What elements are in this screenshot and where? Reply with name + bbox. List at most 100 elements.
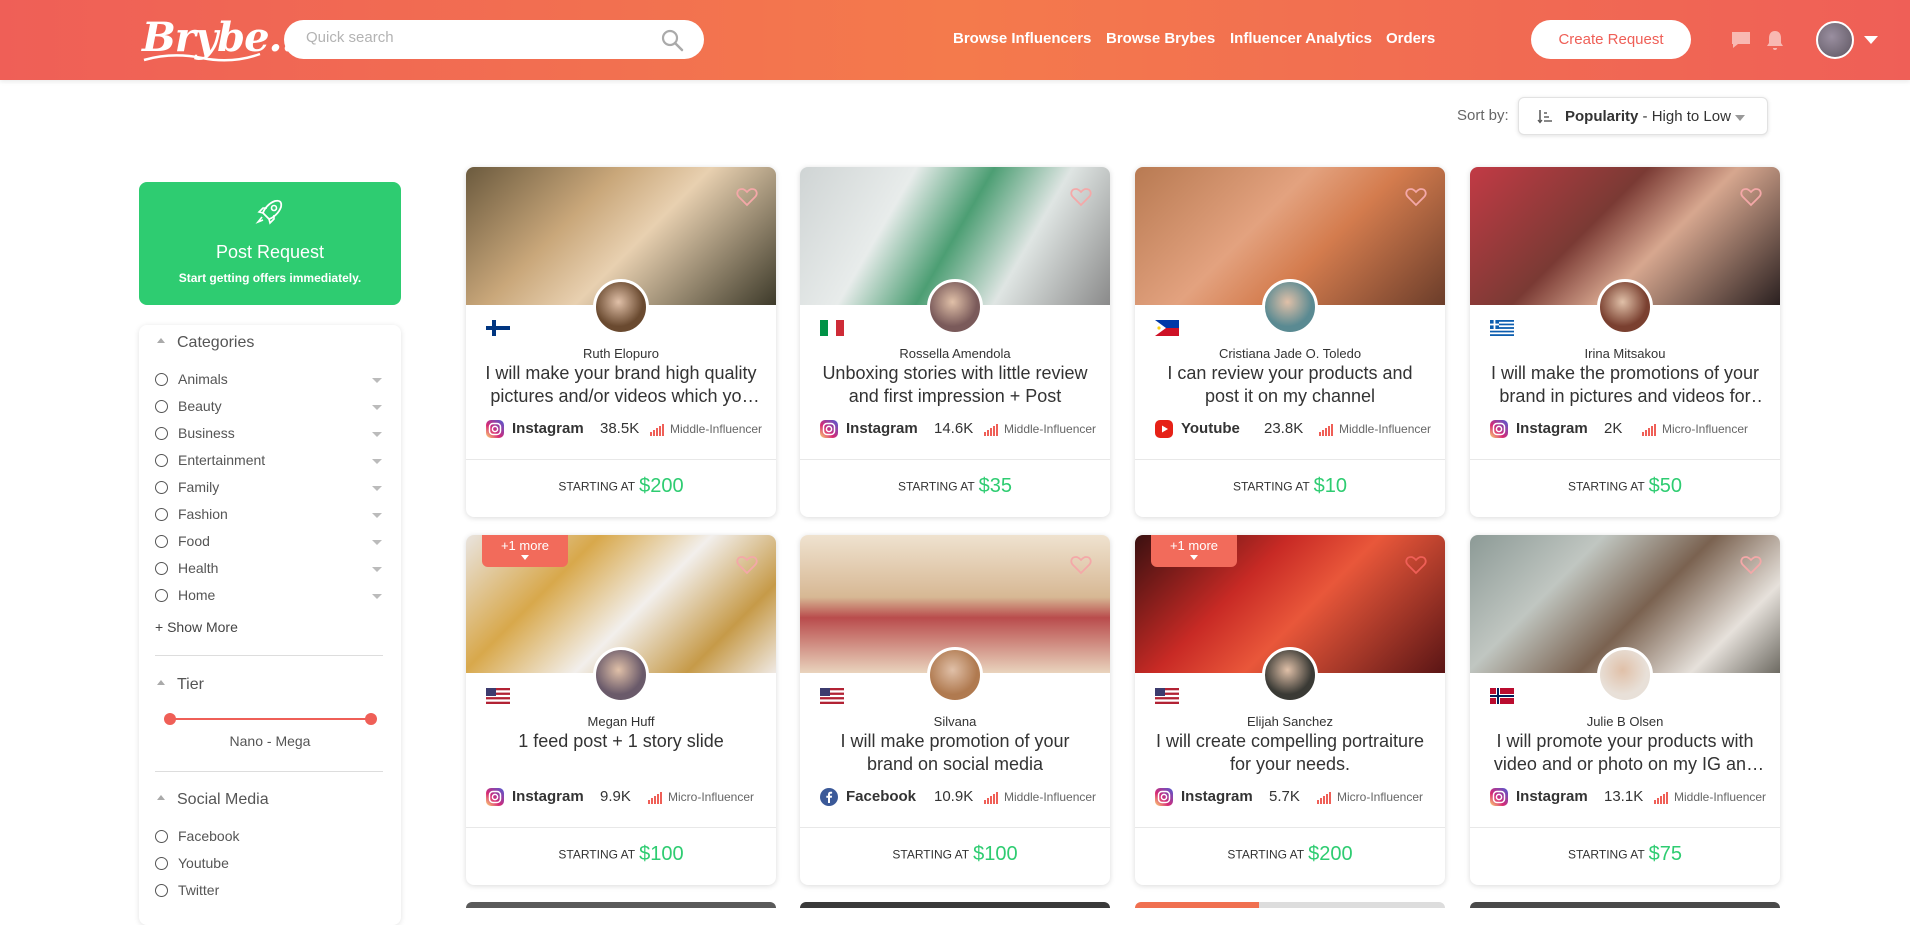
influencer-name[interactable]: Ruth Elopuro	[466, 346, 776, 361]
tier-slider-max-handle[interactable]	[365, 713, 377, 725]
user-avatar[interactable]	[1816, 21, 1854, 59]
category-animals[interactable]: Animals	[155, 371, 228, 387]
influencer-avatar[interactable]	[593, 279, 649, 335]
nav-browse-brybes[interactable]: Browse Brybes	[1106, 30, 1215, 47]
radio-icon[interactable]	[155, 399, 168, 413]
offer-title[interactable]: I can review your products and post it o…	[1153, 362, 1427, 408]
categories-header[interactable]: Categories	[157, 334, 254, 352]
more-platforms-label: +1 more	[1169, 538, 1219, 553]
offer-title[interactable]: I will promote your products with video …	[1488, 730, 1762, 776]
influencer-avatar[interactable]	[1262, 279, 1318, 335]
create-request-button[interactable]: Create Request	[1531, 20, 1691, 59]
influencer-card[interactable]: Julie B Olsen I will promote your product…	[1470, 535, 1780, 885]
offer-title[interactable]: 1 feed post + 1 story slide	[484, 730, 758, 776]
offer-title[interactable]: I will make your brand high quality pict…	[484, 362, 758, 408]
country-flag-icon	[820, 688, 844, 704]
category-health[interactable]: Health	[155, 560, 218, 576]
chevron-down-icon[interactable]	[372, 459, 382, 464]
chevron-down-icon[interactable]	[372, 378, 382, 383]
chevron-down-icon[interactable]	[372, 486, 382, 491]
category-family[interactable]: Family	[155, 479, 219, 495]
radio-icon[interactable]	[155, 883, 168, 897]
price-row: STARTING AT $200	[466, 475, 776, 498]
influencer-card[interactable]: Silvana I will make promotion of your bra…	[800, 535, 1110, 885]
category-business[interactable]: Business	[155, 425, 235, 441]
influencer-card[interactable]: +1 more Elijah Sanchez I will create compe…	[1135, 535, 1445, 885]
category-fashion[interactable]: Fashion	[155, 506, 228, 522]
heart-icon[interactable]	[1070, 555, 1092, 575]
influencer-name[interactable]: Julie B Olsen	[1470, 714, 1780, 729]
influencer-name[interactable]: Rossella Amendola	[800, 346, 1110, 361]
radio-icon[interactable]	[155, 453, 168, 467]
influencer-avatar[interactable]	[593, 647, 649, 703]
more-platforms-badge[interactable]: +1 more	[1151, 535, 1237, 567]
tier-slider-track[interactable]	[169, 718, 371, 720]
influencer-card[interactable]: Cristiana Jade O. Toledo I can review you…	[1135, 167, 1445, 517]
quick-search[interactable]	[284, 20, 704, 59]
influencer-card[interactable]: Rossella Amendola Unboxing stories with l…	[800, 167, 1110, 517]
influencer-card[interactable]: Ruth Elopuro I will make your brand high …	[466, 167, 776, 517]
search-icon[interactable]	[660, 28, 684, 52]
chevron-down-icon[interactable]	[372, 513, 382, 518]
influencer-name[interactable]: Megan Huff	[466, 714, 776, 729]
chevron-down-icon[interactable]	[372, 594, 382, 599]
social-media-header[interactable]: Social Media	[157, 791, 269, 809]
tier-slider-min-handle[interactable]	[164, 713, 176, 725]
influencer-name[interactable]: Irina Mitsakou	[1470, 346, 1780, 361]
heart-icon[interactable]	[1740, 555, 1762, 575]
category-beauty[interactable]: Beauty	[155, 398, 222, 414]
influencer-card[interactable]: Irina Mitsakou I will make the promotions…	[1470, 167, 1780, 517]
social-facebook[interactable]: Facebook	[155, 828, 239, 844]
social-youtube[interactable]: Youtube	[155, 855, 229, 871]
offer-title[interactable]: Unboxing stories with little review and …	[818, 362, 1092, 408]
radio-icon[interactable]	[155, 829, 168, 843]
social-twitter[interactable]: Twitter	[155, 882, 219, 898]
category-entertainment[interactable]: Entertainment	[155, 452, 265, 468]
offer-title[interactable]: I will create compelling portraiture for…	[1153, 730, 1427, 776]
nav-influencer-analytics[interactable]: Influencer Analytics	[1230, 30, 1372, 47]
heart-icon[interactable]	[1070, 187, 1092, 207]
sort-dropdown[interactable]: Popularity - High to Low	[1518, 97, 1768, 135]
heart-icon[interactable]	[736, 187, 758, 207]
radio-icon[interactable]	[155, 588, 168, 602]
heart-icon[interactable]	[736, 555, 758, 575]
influencer-avatar[interactable]	[1597, 279, 1653, 335]
account-caret-icon[interactable]	[1864, 36, 1878, 44]
influencer-avatar[interactable]	[927, 647, 983, 703]
tier-header[interactable]: Tier	[157, 676, 204, 694]
post-request-button[interactable]: Post Request Start getting offers immedi…	[139, 182, 401, 305]
radio-icon[interactable]	[155, 534, 168, 548]
radio-icon[interactable]	[155, 856, 168, 870]
chevron-down-icon[interactable]	[372, 405, 382, 410]
nav-orders[interactable]: Orders	[1386, 30, 1435, 47]
category-home[interactable]: Home	[155, 587, 215, 603]
nav-browse-influencers[interactable]: Browse Influencers	[953, 30, 1091, 47]
heart-icon[interactable]	[1740, 187, 1762, 207]
heart-icon[interactable]	[1405, 555, 1427, 575]
radio-icon[interactable]	[155, 561, 168, 575]
heart-icon[interactable]	[1405, 187, 1427, 207]
logo-swoosh-icon	[143, 52, 261, 62]
more-platforms-badge[interactable]: +1 more	[482, 535, 568, 567]
offer-title[interactable]: I will make promotion of your brand on s…	[818, 730, 1092, 776]
bell-icon[interactable]	[1763, 28, 1787, 52]
influencer-card[interactable]: +1 more Megan Huff 1 feed post + 1 story s…	[466, 535, 776, 885]
influencer-avatar[interactable]	[927, 279, 983, 335]
category-food[interactable]: Food	[155, 533, 210, 549]
influencer-avatar[interactable]	[1262, 647, 1318, 703]
radio-icon[interactable]	[155, 507, 168, 521]
chevron-down-icon[interactable]	[372, 540, 382, 545]
search-input[interactable]	[306, 29, 646, 46]
influencer-name[interactable]: Cristiana Jade O. Toledo	[1135, 346, 1445, 361]
influencer-name[interactable]: Silvana	[800, 714, 1110, 729]
radio-icon[interactable]	[155, 480, 168, 494]
chevron-down-icon[interactable]	[372, 567, 382, 572]
radio-icon[interactable]	[155, 426, 168, 440]
chat-icon[interactable]	[1729, 28, 1753, 52]
radio-icon[interactable]	[155, 372, 168, 386]
offer-title[interactable]: I will make the promotions of your brand…	[1488, 362, 1762, 408]
influencer-avatar[interactable]	[1597, 647, 1653, 703]
chevron-down-icon[interactable]	[372, 432, 382, 437]
influencer-name[interactable]: Elijah Sanchez	[1135, 714, 1445, 729]
show-more-link[interactable]: + Show More	[155, 619, 238, 635]
